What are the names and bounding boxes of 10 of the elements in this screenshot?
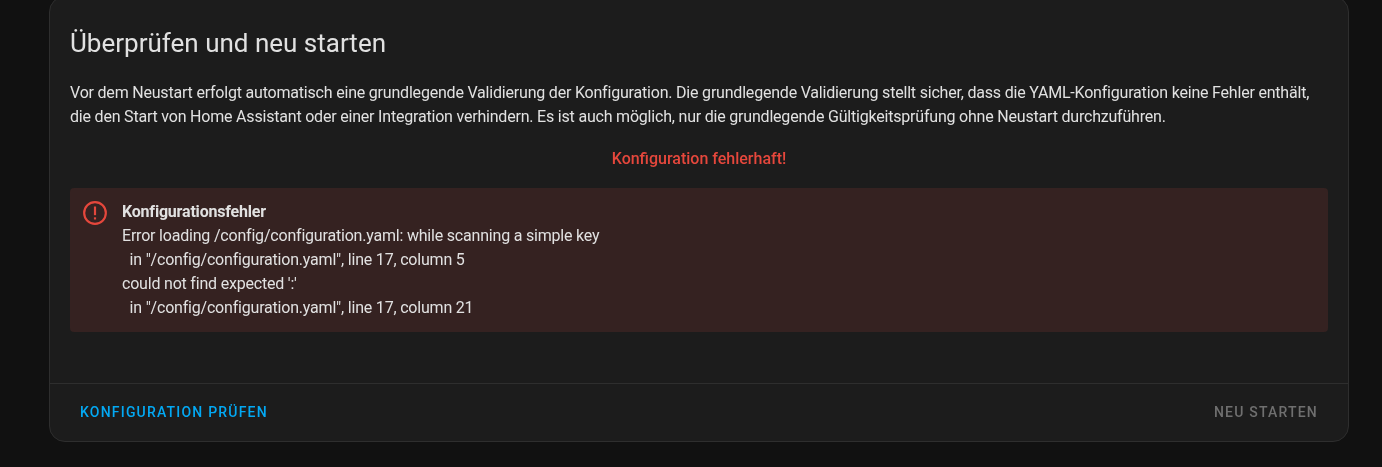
alert-title: Konfigurationsfehler [122,201,266,223]
error-line: in "/config/configuration.yaml", line 17, column 5 [128,249,465,271]
description-text: Vor dem Neustart erfolgt automatisch eine grundlegende Validierung der Konfiguration. Die grundlegende Validierung stellt sicher, dass die YAML-Konfiguration keine Fehler enthält, die den Start von Home Assistant oder einer Integration verhindern. Es ist auch möglich, nur die grundlegende Gültigkeitsprüfung ohne Neustart durchzuführen. [70,82,1311,128]
exclamation-circle-icon [82,200,108,226]
dialog-title: Überprüfen und neu starten [70,27,387,59]
error-line: in "/config/configuration.yaml", line 17, column 21 [128,297,474,319]
status-text: Konfiguration fehlerhaft! [611,148,787,170]
action-button[interactable]: KONFIGURATION PRÜFEN [70,394,278,431]
error-line: could not find expected ':' [122,273,297,295]
error-line: Error loading /config/configuration.yaml: while scanning a simple key [122,225,600,247]
